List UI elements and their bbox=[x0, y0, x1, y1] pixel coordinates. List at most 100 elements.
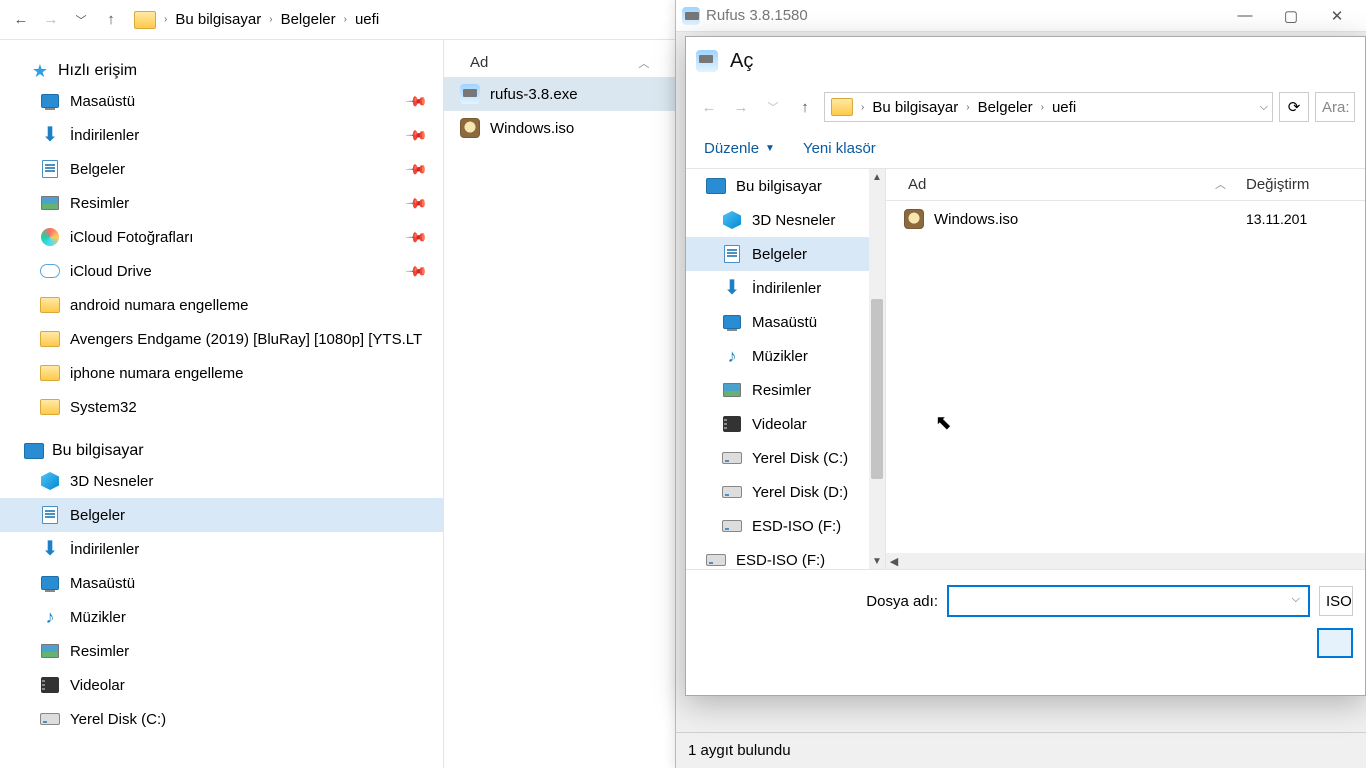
iso-icon bbox=[904, 210, 924, 228]
horizontal-scrollbar[interactable]: ◀ bbox=[886, 553, 1365, 569]
nav-item[interactable]: Videolar bbox=[0, 668, 443, 702]
maximize-button[interactable]: ▢ bbox=[1268, 0, 1314, 32]
pc-icon bbox=[706, 177, 726, 195]
nav-forward-button[interactable]: → bbox=[38, 7, 64, 33]
dlg-nav-item[interactable]: Videolar bbox=[686, 407, 885, 441]
file-filter-select[interactable]: ISO bbox=[1319, 586, 1353, 616]
chevron-right-icon[interactable]: › bbox=[1039, 102, 1046, 113]
folder-icon bbox=[40, 296, 60, 314]
nav-item[interactable]: 3D Nesneler bbox=[0, 464, 443, 498]
folder-icon bbox=[40, 364, 60, 382]
dlg-nav-back[interactable]: ← bbox=[696, 94, 722, 120]
nav-item[interactable]: Yerel Disk (C:) bbox=[0, 702, 443, 736]
dialog-header: Aç bbox=[686, 37, 1365, 85]
nav-item-label: İndirilenler bbox=[70, 541, 139, 558]
dlg-address-box[interactable]: › Bu bilgisayar › Belgeler › uefi ⌵ bbox=[824, 92, 1273, 122]
dlg-nav-item[interactable]: ESD-ISO (F:) bbox=[686, 543, 885, 569]
dlg-nav-item[interactable]: ⬇İndirilenler bbox=[686, 271, 885, 305]
nav-scrollbar[interactable]: ▲ ▼ bbox=[869, 169, 885, 569]
organize-button[interactable]: Düzenle ▼ bbox=[704, 140, 775, 157]
nav-item[interactable]: android numara engelleme bbox=[0, 288, 443, 322]
search-input[interactable]: Ara: bbox=[1315, 92, 1355, 122]
dlg-nav-label: Belgeler bbox=[752, 246, 807, 263]
drive-icon bbox=[722, 449, 742, 467]
nav-item[interactable]: Belgeler📌 bbox=[0, 152, 443, 186]
nav-item-label: iCloud Drive bbox=[70, 263, 152, 280]
nav-item[interactable]: Resimler bbox=[0, 634, 443, 668]
dlg-nav-item[interactable]: ESD-ISO (F:) bbox=[686, 509, 885, 543]
nav-item[interactable]: iCloud Drive📌 bbox=[0, 254, 443, 288]
new-folder-button[interactable]: Yeni klasör bbox=[803, 140, 876, 157]
nav-item[interactable]: iphone numara engelleme bbox=[0, 356, 443, 390]
dlg-nav-item[interactable]: Yerel Disk (D:) bbox=[686, 475, 885, 509]
chevron-down-icon[interactable]: ⌵ bbox=[1292, 593, 1300, 606]
dlg-nav-forward[interactable]: → bbox=[728, 94, 754, 120]
nav-item[interactable]: Masaüstü📌 bbox=[0, 84, 443, 118]
scroll-up-icon[interactable]: ▲ bbox=[869, 169, 885, 185]
status-text: 1 aygıt bulundu bbox=[688, 742, 791, 759]
dlg-nav-item[interactable]: 3D Nesneler bbox=[686, 203, 885, 237]
close-button[interactable]: ✕ bbox=[1314, 0, 1360, 32]
dlg-nav-label: Müzikler bbox=[752, 348, 808, 365]
scroll-left-icon[interactable]: ◀ bbox=[886, 553, 902, 569]
nav-item[interactable]: Masaüstü bbox=[0, 566, 443, 600]
desktop-icon bbox=[40, 574, 60, 592]
col-modified-header[interactable]: Değiştirm bbox=[1246, 176, 1365, 193]
dialog-nav-pane[interactable]: Bu bilgisayar 3D Nesneler Belgeler ⬇İndiril… bbox=[686, 169, 886, 569]
dlg-nav-item[interactable]: Masaüstü bbox=[686, 305, 885, 339]
chevron-right-icon[interactable]: › bbox=[342, 14, 349, 25]
dlg-file-row[interactable]: Windows.iso13.11.201 bbox=[886, 201, 1365, 237]
quick-access-header[interactable]: ★ Hızlı erişim bbox=[0, 58, 443, 84]
nav-back-button[interactable]: ← bbox=[8, 7, 34, 33]
open-button[interactable] bbox=[1317, 628, 1353, 658]
nav-item[interactable]: Belgeler bbox=[0, 498, 443, 532]
chevron-right-icon[interactable]: › bbox=[859, 102, 866, 113]
chevron-right-icon[interactable]: › bbox=[162, 14, 169, 25]
breadcrumb-item[interactable]: uefi bbox=[351, 9, 383, 30]
dlg-nav-item[interactable]: Resimler bbox=[686, 373, 885, 407]
file-open-dialog: Aç ← → ﹀ ↑ › Bu bilgisayar › Belgeler › … bbox=[685, 36, 1366, 696]
nav-item[interactable]: ♪Müzikler bbox=[0, 600, 443, 634]
this-pc-header[interactable]: Bu bilgisayar bbox=[0, 438, 443, 464]
dlg-nav-item[interactable]: Belgeler bbox=[686, 237, 885, 271]
scroll-thumb[interactable] bbox=[871, 299, 883, 479]
nav-up-button[interactable]: ↑ bbox=[98, 7, 124, 33]
icloud-icon bbox=[40, 262, 60, 280]
scroll-down-icon[interactable]: ▼ bbox=[869, 553, 885, 569]
breadcrumb-bar[interactable]: › Bu bilgisayar › Belgeler › uefi bbox=[134, 9, 383, 30]
nav-item[interactable]: System32 bbox=[0, 390, 443, 424]
nav-item[interactable]: iCloud Fotoğrafları📌 bbox=[0, 220, 443, 254]
dlg-nav-item[interactable]: ♪Müzikler bbox=[686, 339, 885, 373]
nav-recent-dropdown[interactable]: ﹀ bbox=[68, 7, 94, 33]
dialog-file-list[interactable]: Ad ︿ Değiştirm Windows.iso13.11.201 ◀ bbox=[886, 169, 1365, 569]
col-name-header[interactable]: Ad ︿ bbox=[886, 176, 1246, 193]
dlg-nav-up[interactable]: ↑ bbox=[792, 94, 818, 120]
chevron-right-icon[interactable]: › bbox=[964, 102, 971, 113]
dlg-nav-label: ESD-ISO (F:) bbox=[752, 518, 841, 535]
minimize-button[interactable]: ― bbox=[1222, 0, 1268, 32]
chevron-right-icon[interactable]: › bbox=[267, 14, 274, 25]
breadcrumb-item[interactable]: Bu bilgisayar bbox=[868, 97, 962, 118]
dlg-nav-label: Bu bilgisayar bbox=[736, 178, 822, 195]
nav-item[interactable]: Avengers Endgame (2019) [BluRay] [1080p]… bbox=[0, 322, 443, 356]
rufus-titlebar[interactable]: Rufus 3.8.1580 ― ▢ ✕ bbox=[676, 0, 1366, 32]
dlg-nav-item[interactable]: Bu bilgisayar bbox=[686, 169, 885, 203]
breadcrumb-item[interactable]: Belgeler bbox=[277, 9, 340, 30]
nav-item[interactable]: ⬇İndirilenler bbox=[0, 532, 443, 566]
dlg-nav-label: Videolar bbox=[752, 416, 807, 433]
nav-item[interactable]: Resimler📌 bbox=[0, 186, 443, 220]
dlg-nav-label: Yerel Disk (D:) bbox=[752, 484, 848, 501]
explorer-nav-pane[interactable]: ★ Hızlı erişim Masaüstü📌⬇İndirilenler📌Be… bbox=[0, 40, 444, 768]
breadcrumb-item[interactable]: Bu bilgisayar bbox=[171, 9, 265, 30]
refresh-button[interactable]: ⟳ bbox=[1279, 92, 1309, 122]
dlg-nav-recent[interactable]: ﹀ bbox=[760, 94, 786, 120]
folder-icon bbox=[134, 11, 156, 29]
dlg-nav-item[interactable]: Yerel Disk (C:) bbox=[686, 441, 885, 475]
filename-input[interactable]: ⌵ bbox=[948, 586, 1309, 616]
nav-item-label: Resimler bbox=[70, 643, 129, 660]
breadcrumb-item[interactable]: uefi bbox=[1048, 97, 1080, 118]
chevron-down-icon[interactable]: ⌵ bbox=[1260, 101, 1268, 114]
nav-item-label: Müzikler bbox=[70, 609, 126, 626]
nav-item[interactable]: ⬇İndirilenler📌 bbox=[0, 118, 443, 152]
breadcrumb-item[interactable]: Belgeler bbox=[974, 97, 1037, 118]
